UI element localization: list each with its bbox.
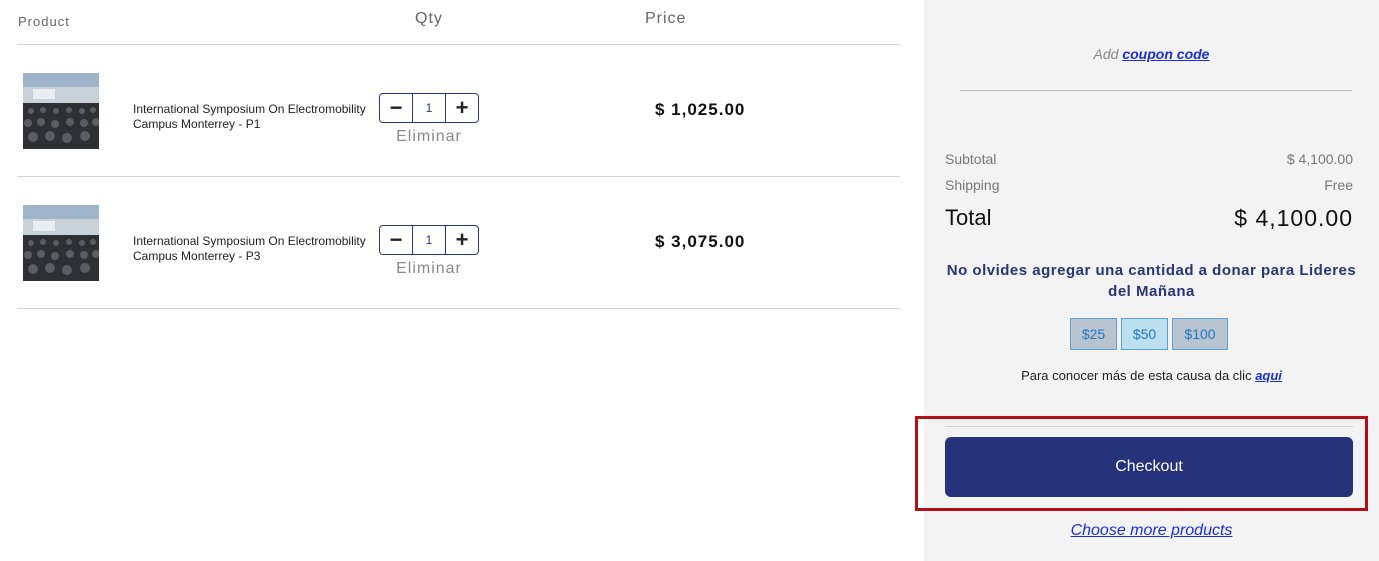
item-price: $ 1,025.00	[655, 100, 746, 119]
donate-100-button[interactable]: $100	[1172, 318, 1228, 350]
quantity-value[interactable]: 1	[413, 226, 445, 254]
donation-message: No olvides agregar una cantidad a donar …	[946, 262, 1357, 300]
donation-options: $25 $50 $100	[1070, 318, 1228, 350]
cart-row: International Symposium On Electromobili…	[17, 45, 900, 177]
donate-25-button[interactable]: $25	[1070, 318, 1117, 350]
coupon-code-link[interactable]: coupon code	[1122, 46, 1209, 62]
shipping-line: Shipping Free	[945, 177, 1353, 193]
checkout-button[interactable]: Checkout	[945, 437, 1353, 497]
shipping-value: Free	[1324, 177, 1353, 193]
decrease-quantity-button[interactable]: −	[380, 226, 413, 254]
increase-quantity-button[interactable]: +	[445, 94, 478, 122]
increase-quantity-button[interactable]: +	[445, 226, 478, 254]
cause-prefix: Para conocer más de esta causa da clic	[1021, 368, 1256, 383]
product-name[interactable]: International Symposium On Electromobili…	[133, 102, 373, 132]
divider	[960, 90, 1352, 91]
coupon-prompt: Add coupon code	[924, 46, 1379, 62]
column-header-product: Product	[18, 14, 70, 29]
quantity-value[interactable]: 1	[413, 94, 445, 122]
subtotal-line: Subtotal $ 4,100.00	[945, 151, 1353, 167]
remove-item-button[interactable]: Eliminar	[379, 260, 479, 278]
order-summary-panel: Add coupon code Subtotal $ 4,100.00 Ship…	[924, 0, 1379, 561]
remove-item-button[interactable]: Eliminar	[379, 128, 479, 146]
choose-more-products-link[interactable]: Choose more products	[924, 522, 1379, 540]
divider	[945, 426, 1353, 427]
shipping-label: Shipping	[945, 177, 1000, 193]
product-thumbnail[interactable]	[23, 205, 99, 281]
column-header-qty: Qty	[415, 10, 443, 27]
subtotal-value: $ 4,100.00	[1286, 151, 1353, 167]
event-photo-icon	[23, 205, 99, 281]
subtotal-label: Subtotal	[945, 151, 997, 167]
product-thumbnail[interactable]	[23, 73, 99, 149]
coupon-prefix: Add	[1093, 46, 1123, 62]
cart-row: International Symposium On Electromobili…	[17, 177, 900, 309]
total-value: $ 4,100.00	[1234, 205, 1353, 231]
quantity-stepper: − 1 +	[379, 93, 479, 123]
total-label: Total	[945, 205, 992, 230]
donate-50-button[interactable]: $50	[1121, 318, 1168, 350]
column-header-price: Price	[645, 10, 687, 27]
event-photo-icon	[23, 73, 99, 149]
total-line: Total $ 4,100.00	[945, 205, 1353, 232]
cart-header: Product Qty Price	[17, 0, 900, 45]
cart-table: Product Qty Price International Symposiu…	[17, 0, 900, 309]
cause-info-link[interactable]: aqui	[1255, 368, 1282, 383]
cause-info: Para conocer más de esta causa da clic a…	[924, 368, 1379, 383]
decrease-quantity-button[interactable]: −	[380, 94, 413, 122]
quantity-stepper: − 1 +	[379, 225, 479, 255]
product-name[interactable]: International Symposium On Electromobili…	[133, 234, 373, 264]
item-price: $ 3,075.00	[655, 232, 746, 251]
